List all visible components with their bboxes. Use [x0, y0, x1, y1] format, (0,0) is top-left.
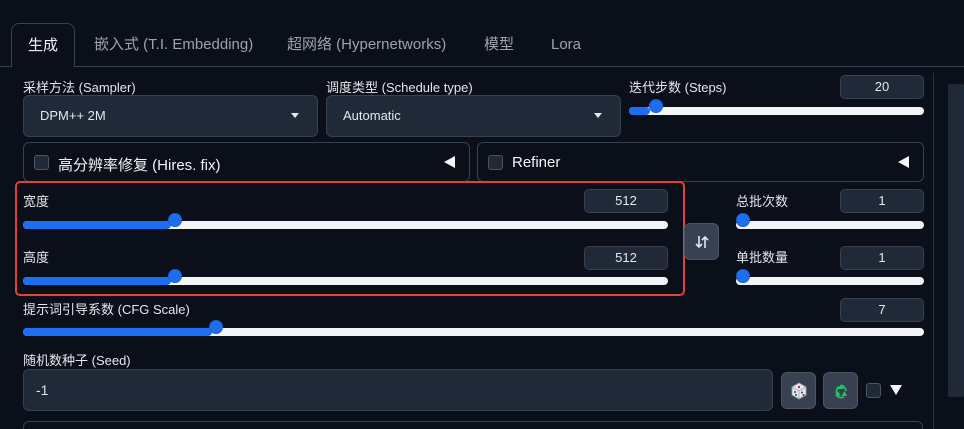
tab-lora[interactable]: Lora	[551, 23, 581, 67]
random-seed-button[interactable]	[781, 372, 816, 409]
cfg-label: 提示词引导系数 (CFG Scale)	[23, 302, 190, 317]
steps-label: 迭代步数 (Steps)	[629, 80, 727, 95]
schedule-label: 调度类型 (Schedule type)	[326, 80, 473, 95]
refiner-checkbox[interactable]	[488, 155, 503, 170]
tab-embedding[interactable]: 嵌入式 (T.I. Embedding)	[94, 23, 253, 67]
steps-input[interactable]: 20	[840, 75, 924, 99]
caret-down-icon	[594, 113, 602, 118]
batch-count-slider-handle[interactable]	[736, 213, 750, 227]
triangle-left-icon[interactable]	[898, 156, 909, 168]
height-slider[interactable]	[23, 269, 668, 290]
tab-bar: 生成 嵌入式 (T.I. Embedding) 超网络 (Hypernetwor…	[0, 23, 964, 68]
batch-size-input[interactable]: 1	[840, 246, 924, 270]
reuse-seed-button[interactable]	[823, 372, 858, 409]
caret-down-icon[interactable]	[890, 385, 902, 395]
tab-generate[interactable]: 生成	[11, 23, 75, 68]
batch-size-label: 单批数量	[736, 250, 789, 265]
recycle-icon	[834, 383, 847, 398]
hires-fix-checkbox[interactable]	[34, 155, 49, 170]
batch-count-label: 总批次数	[736, 194, 789, 209]
dice-icon	[791, 382, 806, 399]
schedule-dropdown[interactable]: Automatic	[326, 95, 621, 137]
tab-hypernetworks[interactable]: 超网络 (Hypernetworks)	[287, 23, 446, 67]
sampler-dropdown[interactable]: DPM++ 2M	[23, 95, 318, 137]
refiner-label: Refiner	[512, 154, 561, 171]
caret-down-icon	[291, 113, 299, 118]
steps-slider[interactable]	[629, 99, 924, 120]
triangle-left-icon[interactable]	[444, 156, 455, 168]
swap-dimensions-button[interactable]	[684, 223, 719, 260]
refiner-accordion[interactable]: Refiner	[477, 142, 924, 182]
schedule-value: Automatic	[343, 108, 401, 123]
sampler-label: 采样方法 (Sampler)	[23, 80, 136, 95]
top-strip	[0, 0, 964, 10]
steps-slider-handle[interactable]	[648, 99, 663, 113]
hires-fix-accordion[interactable]: 高分辨率修复 (Hires. fix)	[23, 142, 470, 182]
width-slider[interactable]	[23, 213, 668, 234]
cfg-slider[interactable]	[23, 320, 924, 341]
seed-label: 随机数种子 (Seed)	[23, 353, 131, 368]
height-label: 高度	[23, 250, 50, 265]
hires-fix-label: 高分辨率修复 (Hires. fix)	[58, 157, 221, 174]
width-label: 宽度	[23, 194, 50, 209]
scroll-thumb[interactable]	[948, 84, 964, 397]
seed-input[interactable]: -1	[23, 369, 773, 411]
batch-size-slider[interactable]	[736, 269, 924, 290]
swap-icon	[694, 235, 709, 248]
batch-count-input[interactable]: 1	[840, 189, 924, 213]
generation-panel: 采样方法 (Sampler) DPM++ 2M 调度类型 (Schedule t…	[0, 67, 964, 429]
next-section-box	[23, 421, 923, 429]
tab-models[interactable]: 模型	[484, 23, 514, 67]
batch-count-slider[interactable]	[736, 213, 924, 234]
sampler-value: DPM++ 2M	[40, 108, 106, 123]
width-input[interactable]: 512	[584, 189, 668, 213]
height-input[interactable]: 512	[584, 246, 668, 270]
extra-seed-checkbox[interactable]	[866, 383, 881, 398]
batch-size-slider-handle[interactable]	[736, 269, 750, 283]
cfg-input[interactable]: 7	[840, 298, 924, 322]
